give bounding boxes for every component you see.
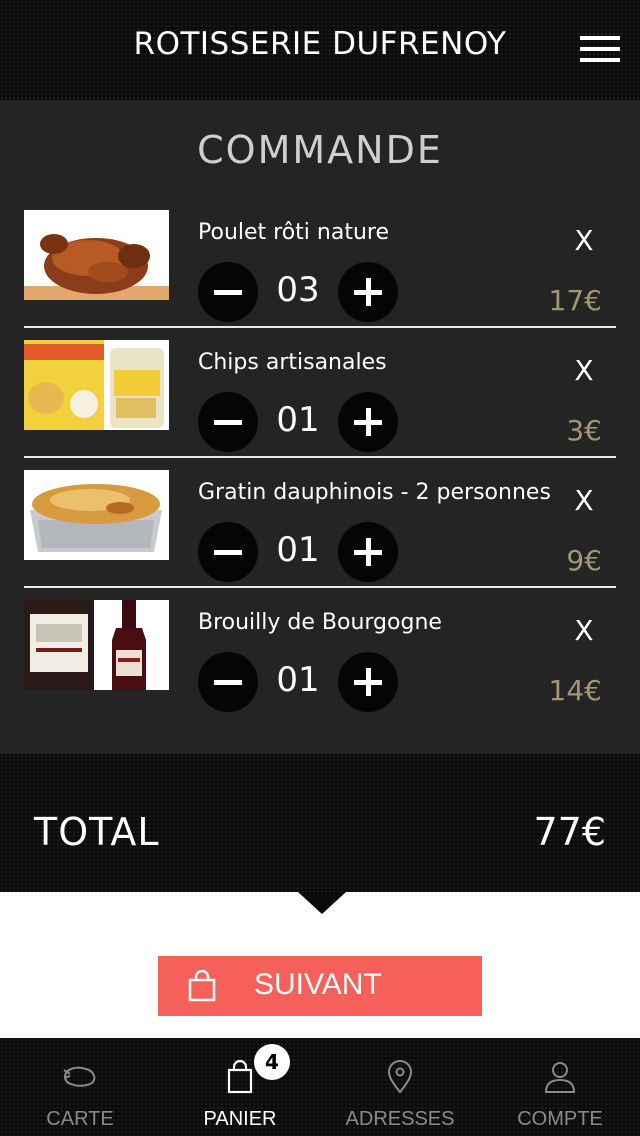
tab-adresses[interactable]: ADRESSES: [320, 1038, 480, 1136]
tab-label: COMPTE: [517, 1108, 603, 1130]
plus-icon: [366, 408, 371, 436]
item-quantity: 01: [276, 400, 320, 440]
shopping-bag-icon: [188, 970, 216, 1002]
total-bar: TOTAL 77€: [0, 754, 640, 892]
item-quantity: 03: [276, 270, 320, 310]
minus-icon: [214, 680, 242, 685]
item-name: Poulet rôti nature: [198, 220, 389, 245]
tab-bar: CARTE PANIER ADRESSES COMPTE: [0, 1038, 640, 1136]
plus-icon: [366, 278, 371, 306]
item-quantity: 01: [276, 530, 320, 570]
cart-count-badge: 4: [254, 1044, 290, 1080]
chicken-icon: [63, 1066, 96, 1087]
item-name: Chips artisanales: [198, 350, 387, 375]
item-quantity: 01: [276, 660, 320, 700]
increase-quantity-button[interactable]: [338, 522, 398, 582]
chips-bags-image: [24, 340, 169, 430]
item-price: 9€: [566, 544, 602, 577]
total-label: TOTAL: [34, 810, 160, 854]
next-button[interactable]: SUIVANT: [158, 956, 482, 1016]
item-name: Gratin dauphinois - 2 personnes: [198, 480, 551, 505]
increase-quantity-button[interactable]: [338, 262, 398, 322]
wine-bottle-image: [24, 600, 169, 690]
hamburger-menu-icon[interactable]: [580, 34, 620, 66]
gratin-tray-image: [24, 470, 169, 560]
tab-compte[interactable]: COMPTE: [480, 1038, 640, 1136]
decrease-quantity-button[interactable]: [198, 392, 258, 452]
item-price: 3€: [566, 414, 602, 447]
tab-carte[interactable]: CARTE: [0, 1038, 160, 1136]
user-icon: [544, 1062, 576, 1093]
location-pin-icon: [387, 1060, 413, 1094]
plus-icon: [366, 538, 371, 566]
remove-item-button[interactable]: X: [572, 224, 596, 257]
remove-item-button[interactable]: X: [572, 354, 596, 387]
next-button-label: SUIVANT: [254, 968, 382, 1001]
caret-down-icon: [298, 892, 346, 914]
tab-label: ADRESSES: [345, 1108, 455, 1130]
tab-label: CARTE: [46, 1108, 114, 1130]
order-heading: COMMANDE: [197, 128, 443, 172]
minus-icon: [214, 290, 242, 295]
minus-icon: [214, 420, 242, 425]
order-item-chips: Chips artisanales 01 X 3€: [24, 340, 616, 470]
decrease-quantity-button[interactable]: [198, 652, 258, 712]
page-title: ROTISSERIE DUFRENOY: [133, 26, 507, 62]
order-panel: COMMANDE Poulet rôti nature 03 X 17€ Chi…: [0, 100, 640, 754]
order-item-brouilly: Brouilly de Bourgogne 01 X 14€: [24, 600, 616, 730]
order-item-poulet: Poulet rôti nature 03 X 17€: [24, 210, 616, 340]
increase-quantity-button[interactable]: [338, 652, 398, 712]
decrease-quantity-button[interactable]: [198, 262, 258, 322]
order-item-gratin: Gratin dauphinois - 2 personnes 01 X 9€: [24, 470, 616, 600]
item-price: 14€: [548, 674, 602, 707]
divider: [24, 456, 616, 458]
roast-chicken-image: [24, 210, 169, 300]
remove-item-button[interactable]: X: [572, 484, 596, 517]
total-value: 77€: [533, 810, 606, 854]
plus-icon: [366, 668, 371, 696]
item-name: Brouilly de Bourgogne: [198, 610, 442, 635]
tab-panier[interactable]: PANIER: [160, 1038, 320, 1136]
tab-label: PANIER: [203, 1108, 277, 1130]
item-price: 17€: [548, 284, 602, 317]
app-header: ROTISSERIE DUFRENOY: [0, 0, 640, 100]
divider: [24, 586, 616, 588]
decrease-quantity-button[interactable]: [198, 522, 258, 582]
minus-icon: [214, 550, 242, 555]
divider: [24, 326, 616, 328]
remove-item-button[interactable]: X: [572, 614, 596, 647]
increase-quantity-button[interactable]: [338, 392, 398, 452]
